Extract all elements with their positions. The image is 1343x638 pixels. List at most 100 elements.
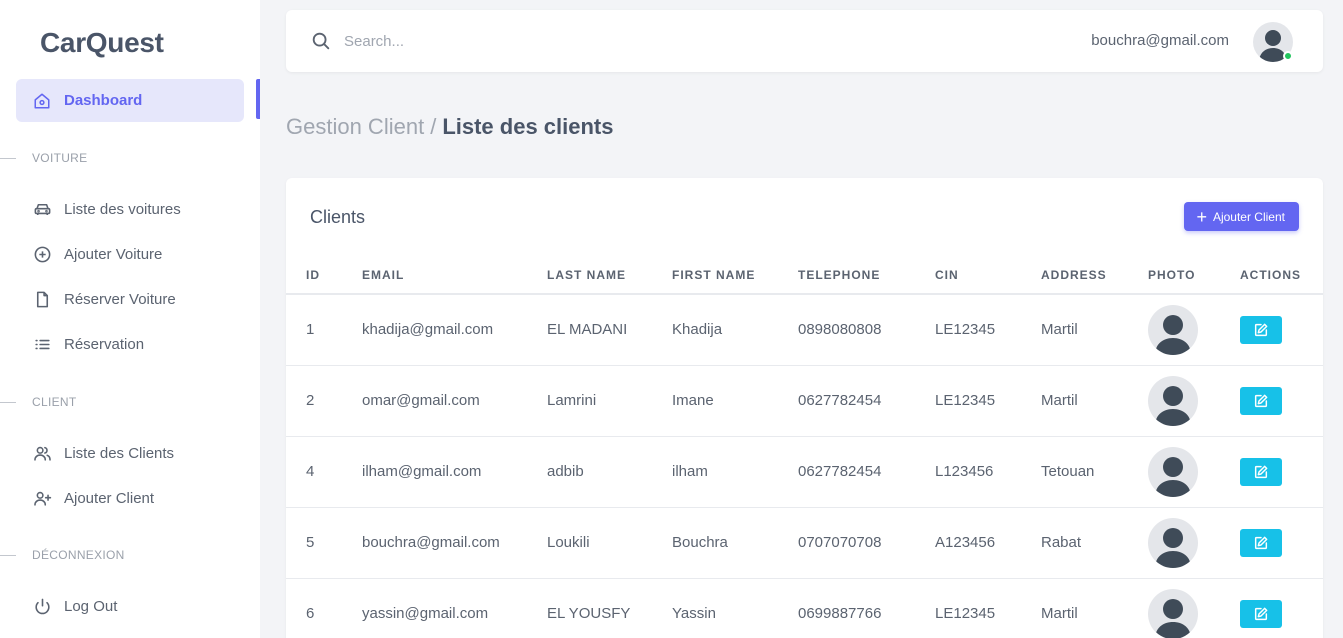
cell-actions — [1240, 578, 1323, 638]
cell-id: 4 — [286, 436, 362, 508]
cell-last-name: Loukili — [547, 507, 672, 579]
brand-logo[interactable]: CarQuest — [40, 27, 164, 59]
cell-email: ilham@gmail.com — [362, 436, 547, 508]
table-row[interactable]: 2 omar@gmail.com Lamrini Imane 0627782454 LE1… — [286, 365, 1323, 437]
sidebar-item-ajouter-client[interactable]: Ajouter Client — [32, 488, 154, 508]
edit-icon — [1253, 464, 1269, 480]
cell-telephone: 0898080808 — [798, 294, 935, 366]
user-email[interactable]: bouchra@gmail.com — [1091, 32, 1229, 49]
cell-email: khadija@gmail.com — [362, 294, 547, 366]
cell-actions — [1240, 365, 1323, 437]
table-header-row: ID EMAIL LAST NAME FIRST NAME TELEPHONE … — [286, 256, 1323, 295]
add-client-button[interactable]: + Ajouter Client — [1184, 202, 1299, 231]
list-icon — [32, 334, 52, 354]
section-label-deconnexion: DÉCONNEXION — [0, 548, 125, 562]
cell-address: Martil — [1041, 294, 1148, 366]
cell-last-name: adbib — [547, 436, 672, 508]
active-indicator — [256, 79, 260, 119]
cell-first-name: Khadija — [672, 294, 798, 366]
sidebar-item-label: Liste des voitures — [64, 200, 181, 218]
clients-card: Clients + Ajouter Client ID EMAIL LAST N… — [286, 178, 1323, 638]
search-input[interactable] — [344, 28, 644, 54]
cell-actions — [1240, 294, 1323, 366]
client-photo — [1148, 375, 1198, 426]
sidebar-item-label: Ajouter Client — [64, 489, 155, 507]
table-row[interactable]: 4 ilham@gmail.com adbib ilham 0627782454 L123… — [286, 436, 1323, 508]
edit-button[interactable] — [1240, 599, 1282, 628]
power-icon — [32, 596, 52, 616]
cell-id: 5 — [286, 507, 362, 579]
cell-actions — [1240, 507, 1323, 579]
cell-address: Martil — [1041, 365, 1148, 437]
sidebar: CarQuest Dashboard VOITURE Liste des voi… — [0, 0, 260, 638]
cell-last-name: EL MADANI — [547, 294, 672, 366]
sidebar-item-ajouter-voiture[interactable]: Ajouter Voiture — [32, 244, 162, 264]
cell-photo — [1148, 436, 1240, 508]
sidebar-item-logout[interactable]: Log Out — [32, 596, 117, 616]
sidebar-item-liste-voitures[interactable]: Liste des voitures — [32, 199, 181, 219]
breadcrumb-parent[interactable]: Gestion Client — [286, 114, 424, 139]
edit-icon — [1253, 393, 1269, 409]
cell-id: 2 — [286, 365, 362, 437]
home-icon — [32, 91, 52, 111]
edit-icon — [1253, 322, 1269, 338]
column-header-address[interactable]: ADDRESS — [1041, 256, 1148, 295]
cell-photo — [1148, 365, 1240, 437]
column-header-first-name[interactable]: FIRST NAME — [672, 256, 798, 295]
sidebar-item-label: Dashboard — [64, 92, 143, 109]
cell-last-name: EL YOUSFY — [547, 578, 672, 638]
sidebar-item-dashboard[interactable]: Dashboard — [16, 79, 244, 122]
cell-cin: A123456 — [935, 507, 1041, 579]
table-row[interactable]: 6 yassin@gmail.com EL YOUSFY Yassin 06998877… — [286, 578, 1323, 638]
table-row[interactable]: 5 bouchra@gmail.com Loukili Bouchra 07070707… — [286, 507, 1323, 579]
sidebar-item-liste-clients[interactable]: Liste des Clients — [32, 443, 174, 463]
user-plus-icon — [32, 488, 52, 508]
cell-first-name: ilham — [672, 436, 798, 508]
client-photo — [1148, 517, 1198, 568]
users-icon — [32, 443, 52, 463]
column-header-last-name[interactable]: LAST NAME — [547, 256, 672, 295]
sidebar-item-label: Log Out — [64, 597, 118, 615]
topbar: bouchra@gmail.com — [286, 10, 1323, 72]
section-label-voiture: VOITURE — [0, 151, 87, 165]
section-label-client: CLIENT — [0, 395, 76, 409]
cell-telephone: 0707070708 — [798, 507, 935, 579]
edit-button[interactable] — [1240, 386, 1282, 415]
cell-id: 1 — [286, 294, 362, 366]
edit-button[interactable] — [1240, 315, 1282, 344]
cell-email: yassin@gmail.com — [362, 578, 547, 638]
search-icon[interactable] — [310, 30, 332, 52]
column-header-telephone[interactable]: TELEPHONE — [798, 256, 935, 295]
sidebar-item-reserver-voiture[interactable]: Réserver Voiture — [32, 289, 176, 309]
column-header-email[interactable]: EMAIL — [362, 256, 547, 295]
cell-photo — [1148, 507, 1240, 579]
column-header-id[interactable]: ID — [286, 256, 362, 295]
cell-cin: LE12345 — [935, 294, 1041, 366]
column-header-actions: ACTIONS — [1240, 256, 1323, 295]
sidebar-item-reservation[interactable]: Réservation — [32, 334, 144, 354]
file-icon — [32, 289, 52, 309]
cell-photo — [1148, 294, 1240, 366]
cell-first-name: Imane — [672, 365, 798, 437]
sidebar-item-label: Réservation — [64, 335, 145, 353]
cell-last-name: Lamrini — [547, 365, 672, 437]
client-photo — [1148, 588, 1198, 638]
sidebar-item-label: Liste des Clients — [64, 444, 175, 462]
plus-circle-icon — [32, 244, 52, 264]
cell-photo — [1148, 578, 1240, 638]
cell-address: Tetouan — [1041, 436, 1148, 508]
edit-button[interactable] — [1240, 457, 1282, 486]
clients-table: ID EMAIL LAST NAME FIRST NAME TELEPHONE … — [286, 256, 1323, 638]
sidebar-item-label: Ajouter Voiture — [64, 245, 163, 263]
cell-email: omar@gmail.com — [362, 365, 547, 437]
edit-icon — [1253, 606, 1269, 622]
cell-address: Martil — [1041, 578, 1148, 638]
cell-cin: LE12345 — [935, 365, 1041, 437]
column-header-cin[interactable]: CIN — [935, 256, 1041, 295]
sidebar-item-label: Réserver Voiture — [64, 290, 176, 308]
edit-button[interactable] — [1240, 528, 1282, 557]
cell-first-name: Bouchra — [672, 507, 798, 579]
plus-icon: + — [1196, 206, 1207, 227]
cell-actions — [1240, 436, 1323, 508]
table-row[interactable]: 1 khadija@gmail.com EL MADANI Khadija 089808… — [286, 294, 1323, 366]
